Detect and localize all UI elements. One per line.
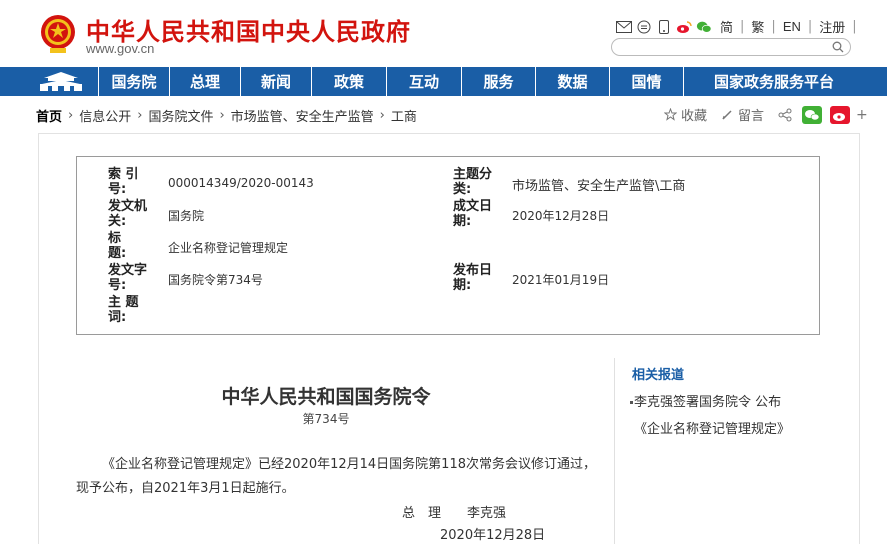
- nav-item-state-council[interactable]: 国务院: [98, 67, 170, 96]
- written-date-value: 2020年12月28日: [512, 209, 610, 223]
- title-value: 企业名称登记管理规定: [168, 241, 289, 255]
- breadcrumb-item[interactable]: 国务院文件: [148, 106, 213, 125]
- register-link[interactable]: 注册: [819, 17, 845, 36]
- index-label: 索 引 号:: [108, 167, 139, 197]
- share-icon[interactable]: [778, 108, 792, 122]
- breadcrumb: 首页 › 信息公开 › 国务院文件 › 市场监管、安全生产监管 › 工商: [36, 106, 417, 125]
- keywords-label: 主 题 词:: [108, 295, 139, 325]
- written-date-label: 成文日期:: [453, 199, 493, 229]
- page-tools: 收藏 留言 +: [664, 105, 868, 124]
- nav-item-interaction[interactable]: 互动: [387, 67, 462, 96]
- published-date-value: 2021年01月19日: [512, 273, 610, 287]
- article-body: 《企业名称登记管理规定》已经2020年12月14日国务院第118次常务会议修订通…: [76, 457, 596, 496]
- chevron-right-icon: ›: [219, 108, 225, 123]
- chevron-right-icon: ›: [379, 108, 385, 123]
- wechat-icon[interactable]: [696, 20, 712, 34]
- more-icon[interactable]: +: [856, 107, 868, 123]
- search-input[interactable]: [620, 42, 830, 58]
- comment-label: 留言: [738, 109, 765, 124]
- search-icon[interactable]: [832, 41, 844, 53]
- divider: [614, 358, 615, 544]
- chevron-right-icon: ›: [68, 108, 74, 123]
- main-nav: 国务院 总理 新闻 政策 互动 服务 数据 国情 国家政务服务平台: [0, 67, 887, 96]
- breadcrumb-home[interactable]: 首页: [36, 106, 62, 125]
- site-header: 中华人民共和国中央人民政府 www.gov.cn 简 | 繁 | EN | 注册…: [0, 0, 887, 67]
- chevron-right-icon: ›: [137, 108, 143, 123]
- nav-item-services[interactable]: 服务: [462, 67, 536, 96]
- published-date-label: 发布日期:: [453, 263, 493, 293]
- nav-item-data[interactable]: 数据: [536, 67, 610, 96]
- nav-item-policy[interactable]: 政策: [312, 67, 387, 96]
- site-url: www.gov.cn: [86, 41, 155, 56]
- wechat-share-icon[interactable]: [802, 105, 823, 124]
- article-signature: 总 理 李克强: [402, 506, 507, 521]
- traditional-link[interactable]: 繁: [751, 17, 764, 36]
- separator: |: [852, 19, 857, 34]
- nav-item-national-conditions[interactable]: 国情: [610, 67, 684, 96]
- article-date: 2020年12月28日: [440, 528, 546, 543]
- doc-number-label: 发文字号:: [108, 263, 148, 293]
- comment-button[interactable]: 留言: [721, 105, 764, 124]
- index-value: 000014349/2020-00143: [168, 176, 314, 190]
- issuer-label: 发文机关:: [108, 199, 148, 229]
- tiananmen-home-icon[interactable]: [36, 69, 86, 93]
- nav-item-premier[interactable]: 总理: [170, 67, 241, 96]
- article-title: 中华人民共和国国务院令: [221, 386, 431, 408]
- doc-number-value: 国务院令第734号: [168, 273, 263, 287]
- star-icon: [664, 108, 677, 121]
- breadcrumb-item[interactable]: 信息公开: [79, 106, 131, 125]
- top-links: 简 | 繁 | EN | 注册 |: [616, 17, 860, 36]
- nav-item-service-platform[interactable]: 国家政务服务平台: [684, 67, 864, 96]
- search-box: [611, 38, 851, 58]
- related-link[interactable]: 李克强签署国务院令 公布《企业名称登记管理规定》: [630, 389, 794, 443]
- nav-item-news[interactable]: 新闻: [241, 67, 312, 96]
- message-icon[interactable]: [636, 20, 652, 34]
- separator: |: [807, 19, 813, 34]
- separator: |: [740, 19, 745, 34]
- weibo-icon[interactable]: [676, 20, 692, 34]
- category-label: 主题分类:: [453, 167, 493, 197]
- mail-icon[interactable]: [616, 20, 632, 34]
- simplified-link[interactable]: 简: [720, 17, 733, 36]
- english-link[interactable]: EN: [783, 19, 801, 34]
- title-label: 标 题:: [108, 231, 148, 261]
- mobile-icon[interactable]: [656, 19, 672, 34]
- article-number: 第734号: [302, 412, 350, 426]
- national-emblem-logo[interactable]: [40, 12, 76, 54]
- bullet-icon: [630, 401, 633, 404]
- category-value: 市场监管、安全生产监管\工商: [512, 179, 686, 194]
- weibo-share-icon[interactable]: [830, 105, 851, 124]
- document-info-table: 索 引 号: 000014349/2020-00143 主题分类: 市场监管、安…: [76, 156, 820, 335]
- pen-icon: [722, 110, 732, 120]
- collect-button[interactable]: 收藏: [664, 105, 707, 124]
- separator: |: [771, 19, 776, 34]
- related-link-text: 李克强签署国务院令 公布《企业名称登记管理规定》: [634, 395, 791, 437]
- issuer-value: 国务院: [168, 209, 205, 223]
- related-heading: 相关报道: [632, 368, 685, 383]
- breadcrumb-item[interactable]: 工商: [391, 106, 417, 125]
- breadcrumb-item[interactable]: 市场监管、安全生产监管: [231, 106, 374, 125]
- collect-label: 收藏: [681, 109, 708, 124]
